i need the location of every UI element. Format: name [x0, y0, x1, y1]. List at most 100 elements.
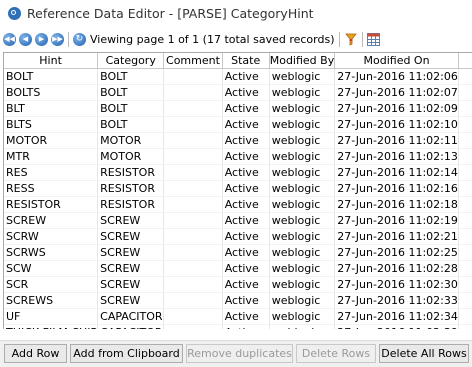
table-row[interactable]: BLTS BOLT Active weblogic 27-Jun-2016 11:02:… — [4, 116, 472, 133]
cell-hint[interactable]: UF — [4, 308, 99, 325]
cell-category[interactable]: CAPACITOR — [97, 324, 165, 329]
table-row[interactable]: SCREW SCREW Active weblogic 27-Jun-2016 11:0… — [4, 212, 472, 229]
table-row[interactable]: BLT BOLT Active weblogic 27-Jun-2016 11:02:0… — [4, 100, 472, 117]
cell-modified-on[interactable]: 27-Jun-2016 11:02:07 — [334, 84, 459, 101]
cell-state[interactable]: Active — [222, 164, 270, 181]
cell-modified-on[interactable]: 27-Jun-2016 11:02:19 — [334, 212, 459, 229]
cell-comment[interactable] — [163, 244, 223, 261]
cell-category[interactable]: RESISTOR — [97, 164, 165, 181]
cell-modified-on[interactable]: 27-Jun-2016 11:02:16 — [334, 180, 459, 197]
cell-category[interactable]: BOLT — [97, 116, 165, 133]
cell-hint[interactable]: BOLT — [4, 68, 99, 85]
cell-comment[interactable] — [163, 164, 223, 181]
cell-category[interactable]: RESISTOR — [97, 196, 165, 213]
table-row[interactable]: MOTOR MOTOR Active weblogic 27-Jun-2016 11:0… — [4, 132, 472, 149]
cell-modified-by[interactable]: weblogic — [269, 196, 336, 213]
cell-modified-by[interactable]: weblogic — [269, 132, 336, 149]
filter-icon[interactable] — [344, 32, 358, 46]
cell-modified-on[interactable]: 27-Jun-2016 11:02:06 — [334, 68, 459, 85]
table-row[interactable]: THICK FILM CHIPCAPACITOR Activeweblogic27… — [4, 324, 472, 329]
cell-modified-by[interactable]: weblogic — [269, 276, 336, 293]
cell-comment[interactable] — [163, 260, 223, 277]
prev-page-icon[interactable]: ◀ — [19, 32, 32, 46]
cell-state[interactable]: Active — [222, 212, 270, 229]
remove-duplicates-button[interactable]: Remove duplicates — [186, 344, 293, 363]
cell-modified-by[interactable]: weblogic — [269, 116, 336, 133]
column-header-hint[interactable]: Hint — [4, 53, 99, 69]
cell-state[interactable]: Active — [222, 132, 270, 149]
table-row[interactable]: UF CAPACITOR Active weblogic 27-Jun-2016 11:… — [4, 308, 472, 325]
cell-category[interactable]: SCREW — [97, 212, 165, 229]
cell-modified-by[interactable]: weblogic — [269, 164, 336, 181]
column-header-comment[interactable]: Comment — [163, 53, 223, 69]
cell-state[interactable]: Active — [222, 324, 270, 329]
cell-comment[interactable] — [163, 292, 223, 309]
cell-modified-by[interactable]: weblogic — [269, 324, 336, 329]
cell-comment[interactable] — [163, 212, 223, 229]
cell-modified-by[interactable]: weblogic — [269, 308, 336, 325]
table-row[interactable]: SCW SCREW Active weblogic 27-Jun-2016 11:02:… — [4, 260, 472, 277]
cell-category[interactable]: SCREW — [97, 276, 165, 293]
cell-comment[interactable] — [163, 68, 223, 85]
cell-category[interactable]: SCREW — [97, 260, 165, 277]
refresh-icon[interactable]: ↻ — [73, 32, 86, 46]
cell-comment[interactable] — [163, 84, 223, 101]
cell-category[interactable]: SCREW — [97, 292, 165, 309]
cell-modified-on[interactable]: 27-Jun-2016 11:02:09 — [334, 100, 459, 117]
table-row[interactable]: RESISTOR RESISTOR Active weblogic 27-Jun-201… — [4, 196, 472, 213]
cell-state[interactable]: Active — [222, 228, 270, 245]
column-header-state[interactable]: State — [222, 53, 270, 69]
column-header-modified-by[interactable]: Modified By — [269, 53, 336, 69]
cell-modified-by[interactable]: weblogic — [269, 180, 336, 197]
cell-hint[interactable]: SCREWS — [4, 292, 99, 309]
cell-hint[interactable]: RESISTOR — [4, 196, 99, 213]
cell-hint[interactable]: BOLTS — [4, 84, 99, 101]
table-row[interactable]: BOLT BOLT Active weblogic 27-Jun-2016 11:02:… — [4, 68, 472, 85]
column-header-category[interactable]: Category — [97, 53, 165, 69]
cell-comment[interactable] — [163, 116, 223, 133]
cell-hint[interactable]: SCREW — [4, 212, 99, 229]
cell-modified-by[interactable]: weblogic — [269, 212, 336, 229]
cell-hint[interactable]: SCR — [4, 276, 99, 293]
cell-comment[interactable] — [163, 196, 223, 213]
cell-state[interactable]: Active — [222, 292, 270, 309]
cell-hint[interactable]: BLT — [4, 100, 99, 117]
table-row[interactable]: RESS RESISTOR Active weblogic 27-Jun-2016 11… — [4, 180, 472, 197]
table-row[interactable]: BOLTS BOLT Active weblogic 27-Jun-2016 11:02… — [4, 84, 472, 101]
cell-modified-on[interactable]: 27-Jun-2016 11:02:18 — [334, 196, 459, 213]
cell-category[interactable]: MOTOR — [97, 148, 165, 165]
table-row[interactable]: SCR SCREW Active weblogic 27-Jun-2016 11:02:… — [4, 276, 472, 293]
cell-hint[interactable]: SCRW — [4, 228, 99, 245]
cell-hint[interactable]: THICK FILM CHIP — [4, 324, 99, 329]
cell-state[interactable]: Active — [222, 116, 270, 133]
cell-state[interactable]: Active — [222, 84, 270, 101]
cell-modified-on[interactable]: 27-Jun-2016 11:02:25 — [334, 244, 459, 261]
last-page-icon[interactable]: ▶▶ — [51, 32, 64, 46]
cell-hint[interactable]: RES — [4, 164, 99, 181]
cell-hint[interactable]: RESS — [4, 180, 99, 197]
cell-state[interactable]: Active — [222, 100, 270, 117]
cell-comment[interactable] — [163, 308, 223, 325]
cell-category[interactable]: MOTOR — [97, 132, 165, 149]
cell-modified-on[interactable]: 27-Jun-2016 11:02:14 — [334, 164, 459, 181]
column-header-modified-on[interactable]: Modified On — [334, 53, 459, 69]
cell-modified-on[interactable]: 27-Jun-2016 11:02:30 — [334, 276, 459, 293]
cell-modified-by[interactable]: weblogic — [269, 68, 336, 85]
cell-category[interactable]: CAPACITOR — [97, 308, 165, 325]
cell-modified-by[interactable]: weblogic — [269, 148, 336, 165]
cell-modified-by[interactable]: weblogic — [269, 260, 336, 277]
cell-modified-on[interactable]: 27-Jun-2016 11:02:34 — [334, 308, 459, 325]
table-row[interactable]: SCRW SCREW Active weblogic 27-Jun-2016 11:02… — [4, 228, 472, 245]
cell-modified-on[interactable]: 27-Jun-2016 11:02:21 — [334, 228, 459, 245]
cell-comment[interactable] — [163, 276, 223, 293]
add-from-clipboard-button[interactable]: Add from Clipboard — [70, 344, 183, 363]
cell-comment[interactable] — [163, 228, 223, 245]
cell-category[interactable]: BOLT — [97, 84, 165, 101]
cell-comment[interactable] — [163, 148, 223, 165]
cell-comment[interactable] — [163, 324, 223, 329]
cell-modified-on[interactable]: 27-Jun-2016 11:02:10 — [334, 116, 459, 133]
cell-modified-by[interactable]: weblogic — [269, 292, 336, 309]
table-row[interactable]: SCRWS SCREW Active weblogic 27-Jun-2016 11:0… — [4, 244, 472, 261]
cell-state[interactable]: Active — [222, 308, 270, 325]
cell-state[interactable]: Active — [222, 196, 270, 213]
